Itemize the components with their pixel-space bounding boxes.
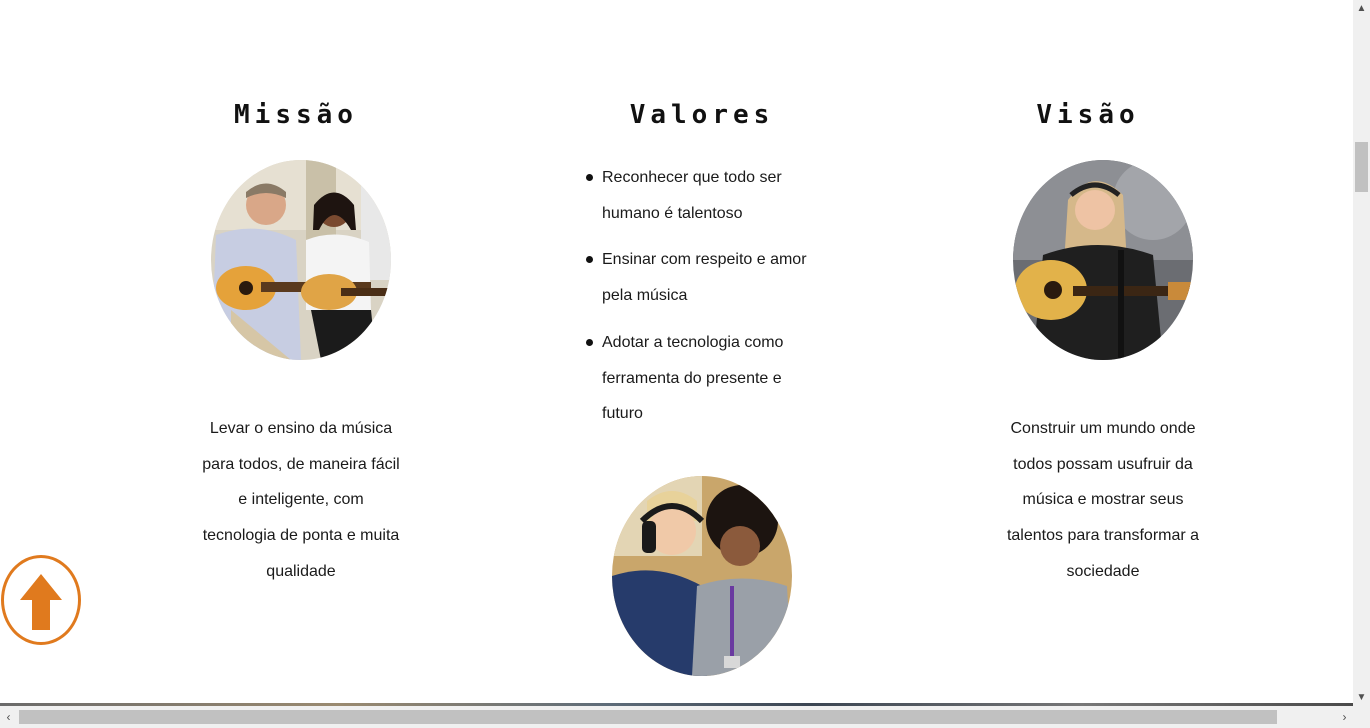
valores-list: Reconhecer que todo ser humano é talento…	[584, 160, 824, 443]
scroll-right-arrow-icon[interactable]: ›	[1336, 706, 1353, 728]
valores-title: Valores	[629, 100, 775, 130]
visao-title: Visão	[1036, 100, 1140, 130]
horizontal-scrollbar[interactable]: ‹ ›	[0, 706, 1370, 728]
arrow-up-icon	[20, 574, 62, 630]
scroll-left-arrow-icon[interactable]: ‹	[0, 706, 17, 728]
scroll-down-arrow-icon[interactable]: ▼	[1353, 689, 1370, 706]
visao-text: Construir um mundo onde todos possam usu…	[1006, 420, 1200, 580]
missao-title: Missão	[234, 100, 358, 130]
valores-photo	[612, 476, 792, 676]
vertical-scroll-thumb[interactable]	[1355, 142, 1368, 192]
vertical-scrollbar[interactable]: ▲ ▼	[1353, 0, 1370, 706]
valores-item: Adotar a tecnologia como ferramenta do p…	[584, 325, 807, 432]
page-viewport: Missão Valores Visão Levar o ensino da m…	[0, 0, 1353, 706]
missao-photo	[211, 160, 391, 360]
back-to-top-button[interactable]	[1, 555, 81, 645]
scroll-up-arrow-icon[interactable]: ▲	[1353, 0, 1370, 17]
visao-photo	[1013, 160, 1193, 360]
valores-item: Ensinar com respeito e amor pela música	[584, 242, 807, 313]
missao-text: Levar o ensino da música para todos, de …	[202, 420, 400, 580]
valores-item: Reconhecer que todo ser humano é talento…	[584, 160, 807, 231]
horizontal-scroll-thumb[interactable]	[19, 710, 1277, 724]
